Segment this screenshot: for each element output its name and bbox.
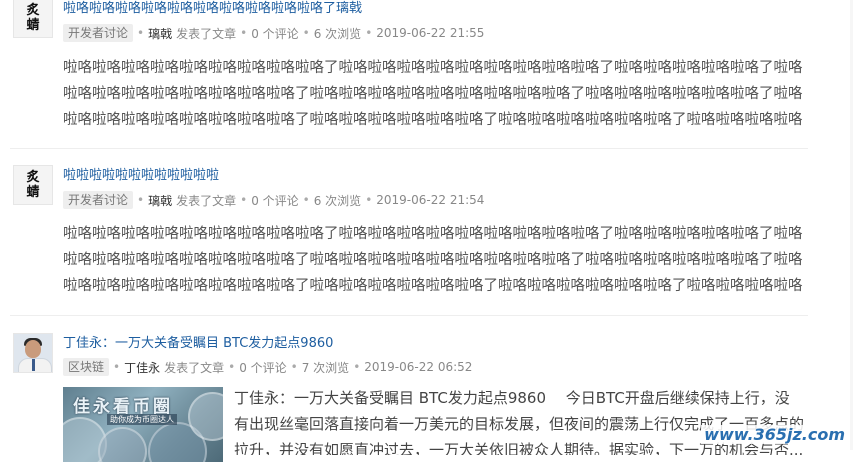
- avatar-shirt: [18, 358, 52, 372]
- avatar-glyph: 炙: [26, 170, 40, 185]
- separator-dot: •: [302, 193, 310, 207]
- author-avatar[interactable]: 炙 蜻: [13, 165, 53, 205]
- category-tag[interactable]: 开发者讨论: [63, 191, 134, 209]
- separator-dot: •: [290, 360, 298, 374]
- post-meta: 区块链 • 丁佳永 发表了文章 • 0 个评论 • 7 次浏览 • 2019-0…: [63, 357, 472, 377]
- author-name-link[interactable]: 璃戟: [148, 192, 172, 209]
- comment-count: 0 个评论: [239, 360, 287, 375]
- author-avatar[interactable]: [13, 333, 53, 373]
- post-action-text: 发表了文章: [164, 360, 225, 375]
- separator-dot: •: [113, 360, 121, 374]
- post-excerpt: 丁佳永：一万大关备受瞩目 BTC发力起点9860 今日BTC开盘后继续保持上行，…: [234, 389, 804, 455]
- post-divider: [10, 315, 808, 316]
- author-name-link[interactable]: 丁佳永: [124, 359, 160, 376]
- post-title-link[interactable]: 啦啦啦啦啦啦啦啦啦啦啦啦: [63, 164, 219, 183]
- separator-dot: •: [137, 193, 145, 207]
- avatar-glyph: 炙: [26, 3, 40, 18]
- view-count: 6 次浏览: [313, 193, 362, 208]
- post-action-text: 发表了文章: [176, 26, 237, 41]
- separator-dot: •: [228, 360, 236, 374]
- coin-shape: [98, 427, 147, 462]
- comment-count: 0 个评论: [251, 193, 299, 208]
- post-time: 2019-06-22 06:52: [364, 360, 473, 374]
- category-tag[interactable]: 开发者讨论: [63, 24, 134, 42]
- separator-dot: •: [302, 26, 310, 40]
- avatar-glyph: 蜻: [26, 185, 40, 200]
- site-watermark: www.365jz.com: [701, 425, 848, 444]
- category-tag[interactable]: 区块链: [63, 358, 110, 376]
- post-time: 2019-06-22 21:54: [376, 193, 485, 207]
- post-thumbnail[interactable]: 佳永看币圈 助你成为币圈达人: [63, 387, 223, 462]
- avatar-glyph: 蜻: [26, 18, 40, 33]
- author-avatar[interactable]: 炙 蜻: [13, 0, 53, 38]
- post-title-link[interactable]: 丁佳永：一万大关备受瞩目 BTC发力起点9860: [63, 332, 333, 351]
- view-count: 6 次浏览: [313, 26, 362, 41]
- post-time: 2019-06-22 21:55: [376, 26, 485, 40]
- comment-count: 0 个评论: [251, 26, 299, 41]
- separator-dot: •: [365, 193, 373, 207]
- post-title-link[interactable]: 啦咯啦咯啦咯啦咯啦咯啦咯啦咯啦咯啦咯啦咯了璃戟: [63, 0, 362, 16]
- post-divider: [10, 148, 808, 149]
- view-count: 7 次浏览: [301, 360, 350, 375]
- thumbnail-subtitle: 助你成为币圈达人: [107, 414, 177, 425]
- separator-dot: •: [240, 193, 248, 207]
- author-name-link[interactable]: 璃戟: [148, 25, 172, 42]
- post-excerpt: 啦咯啦咯啦咯啦咯啦咯啦咯啦咯啦咯啦咯了啦咯啦咯啦咯啦咯啦咯啦咯啦咯啦咯啦咯了啦咯…: [63, 226, 803, 294]
- separator-dot: •: [137, 26, 145, 40]
- separator-dot: •: [240, 26, 248, 40]
- post-meta: 开发者讨论 • 璃戟 发表了文章 • 0 个评论 • 6 次浏览 • 2019-…: [63, 23, 484, 43]
- post-meta: 开发者讨论 • 璃戟 发表了文章 • 0 个评论 • 6 次浏览 • 2019-…: [63, 190, 484, 210]
- separator-dot: •: [353, 360, 361, 374]
- separator-dot: •: [365, 26, 373, 40]
- post-action-text: 发表了文章: [176, 193, 237, 208]
- post-excerpt: 啦咯啦咯啦咯啦咯啦咯啦咯啦咯啦咯啦咯了啦咯啦咯啦咯啦咯啦咯啦咯啦咯啦咯啦咯了啦咯…: [63, 60, 803, 128]
- avatar-tie: [32, 359, 35, 371]
- avatar-face: [25, 340, 41, 358]
